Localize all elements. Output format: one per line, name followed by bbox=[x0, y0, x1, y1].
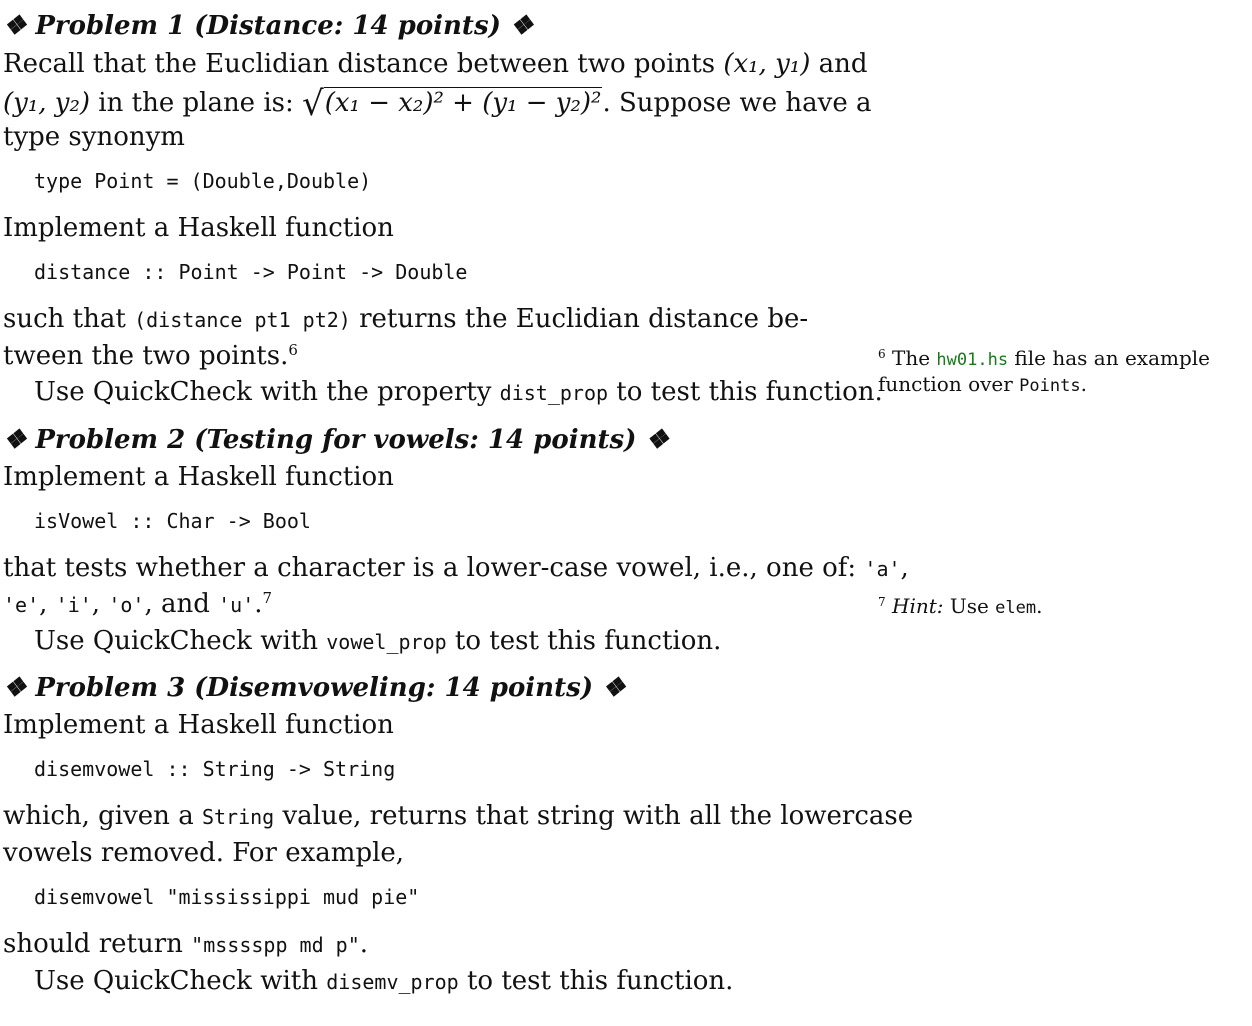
p2-comma-2: , bbox=[39, 589, 56, 619]
p1-quickcheck-line: Use QuickCheck with the property dist_pr… bbox=[34, 377, 883, 408]
p2-comma-3: , bbox=[91, 589, 109, 619]
disemv-prop-code: disemv_prop bbox=[326, 970, 459, 994]
sidenote-6: 6 The hw01.hs file has an example bbox=[878, 345, 1210, 373]
p2-vowels-line: 'e', 'i', 'o', and 'u'.7 bbox=[3, 589, 272, 620]
p1-point-a: (x₁, y₁) bbox=[723, 49, 811, 79]
distance-formula: (x₁ − x₂)² + (y₁ − y₂)² bbox=[323, 87, 603, 118]
p1-implement-text: Implement a Haskell function bbox=[3, 213, 394, 243]
p2-use-text: Use QuickCheck with bbox=[34, 626, 327, 656]
p2-and-text: , and bbox=[144, 589, 219, 619]
isvowel-signature-code: isVowel :: Char -> Bool bbox=[34, 509, 311, 533]
sidenote-6-text-c: function over bbox=[878, 372, 1020, 396]
p1-suppose-text: . Suppose we have a bbox=[602, 88, 872, 118]
p2-period: . bbox=[254, 589, 263, 619]
string-type-code: String bbox=[201, 805, 275, 829]
p1-returns-text: returns the Euclidian distance be- bbox=[350, 304, 809, 334]
p3-should-line: should return "msssspp md p". bbox=[3, 929, 368, 960]
p1-tween-line: tween the two points.6 bbox=[3, 341, 298, 371]
sidenote-6-text-b: file has an example bbox=[1008, 346, 1210, 370]
p1-such-text: such that bbox=[3, 304, 135, 334]
p3-which-text: which, given a bbox=[3, 801, 202, 831]
sidenote-6-text-a: The bbox=[885, 346, 937, 370]
vowel-prop-code: vowel_prop bbox=[326, 630, 447, 654]
p1-use-text: Use QuickCheck with the property bbox=[34, 377, 500, 407]
p2-implement-text: Implement a Haskell function bbox=[3, 462, 394, 492]
sidenote-7-text-b: . bbox=[1036, 594, 1043, 618]
p1-type-synonym-text: type synonym bbox=[3, 122, 185, 152]
point-type-code: type Point = (Double,Double) bbox=[34, 169, 372, 193]
sidenote-6-line2: function over Points. bbox=[878, 371, 1087, 399]
vowel-o-code: 'o' bbox=[108, 593, 145, 617]
p3-period: . bbox=[359, 929, 369, 959]
sidenote-7-hint: Hint: bbox=[885, 594, 944, 618]
footnote-7-mark: 7 bbox=[262, 589, 273, 607]
distance-signature-code: distance :: Point -> Point -> Double bbox=[34, 260, 468, 284]
sidenote-7: 7 Hint: Use elem. bbox=[878, 593, 1042, 621]
vowel-u-code: 'u' bbox=[218, 593, 255, 617]
p3-use-text: Use QuickCheck with bbox=[34, 966, 327, 996]
points-code: Points bbox=[1019, 376, 1081, 396]
sidenote-6-mark: 6 bbox=[878, 347, 886, 361]
p2-comma-1: , bbox=[900, 553, 909, 583]
p2-test-text: to test this function. bbox=[446, 626, 722, 656]
p3-quickcheck-line: Use QuickCheck with disemv_prop to test … bbox=[34, 966, 733, 997]
p1-and-text: and bbox=[810, 49, 868, 79]
p3-vowels-removed-text: vowels removed. For example, bbox=[3, 838, 405, 868]
p3-which-line: which, given a String value, returns tha… bbox=[3, 801, 913, 832]
disemvowel-example-code: disemvowel "mississippi mud pie" bbox=[34, 885, 420, 909]
sidenote-7-text-a: Use bbox=[943, 594, 996, 618]
p1-such-that-line: such that (distance pt1 pt2) returns the… bbox=[3, 304, 808, 335]
p1-intro-text: Recall that the Euclidian distance betwe… bbox=[3, 49, 724, 79]
elem-code: elem bbox=[995, 598, 1037, 618]
problem-2-heading: ❖ Problem 2 (Testing for vowels: 14 poin… bbox=[3, 425, 669, 455]
p3-test-text: to test this function. bbox=[458, 966, 734, 996]
sidenote-6-text-d: . bbox=[1080, 372, 1087, 396]
dist-prop-code: dist_prop bbox=[499, 381, 609, 405]
expected-result-code: "msssspp md p" bbox=[191, 933, 360, 957]
p2-quickcheck-line: Use QuickCheck with vowel_prop to test t… bbox=[34, 626, 721, 657]
sqrt-symbol: √ bbox=[302, 84, 324, 124]
disemvowel-signature-code: disemvowel :: String -> String bbox=[34, 757, 396, 781]
p3-should-text: should return bbox=[3, 929, 192, 959]
vowel-e-code: 'e' bbox=[3, 593, 40, 617]
p1-tween-text: tween the two points. bbox=[3, 341, 289, 371]
vowel-a-code: 'a' bbox=[864, 557, 901, 581]
vowel-i-code: 'i' bbox=[55, 593, 92, 617]
p1-point-b: (y₁, y₂) bbox=[3, 88, 91, 118]
p3-implement-text: Implement a Haskell function bbox=[3, 710, 394, 740]
p3-returns-text: value, returns that string with all the … bbox=[274, 801, 914, 831]
problem-3-heading: ❖ Problem 3 (Disemvoweling: 14 points) ❖ bbox=[3, 673, 626, 703]
p1-test-text: to test this function. bbox=[608, 377, 883, 407]
p2-tests-line: that tests whether a character is a lowe… bbox=[3, 553, 909, 584]
p1-intro-line: Recall that the Euclidian distance betwe… bbox=[3, 49, 868, 79]
hw01-file-code: hw01.hs bbox=[936, 350, 1009, 370]
p1-in-plane-text: in the plane is: bbox=[90, 88, 303, 118]
problem-1-heading: ❖ Problem 1 (Distance: 14 points) ❖ bbox=[3, 11, 534, 41]
p2-tests-text: that tests whether a character is a lowe… bbox=[3, 553, 865, 583]
p1-formula-line: (y₁, y₂) in the plane is: √(x₁ − x₂)² + … bbox=[3, 84, 872, 124]
p1-distance-call-code: (distance pt1 pt2) bbox=[134, 308, 351, 332]
footnote-6-mark: 6 bbox=[288, 341, 298, 359]
sidenote-7-mark: 7 bbox=[878, 595, 886, 609]
